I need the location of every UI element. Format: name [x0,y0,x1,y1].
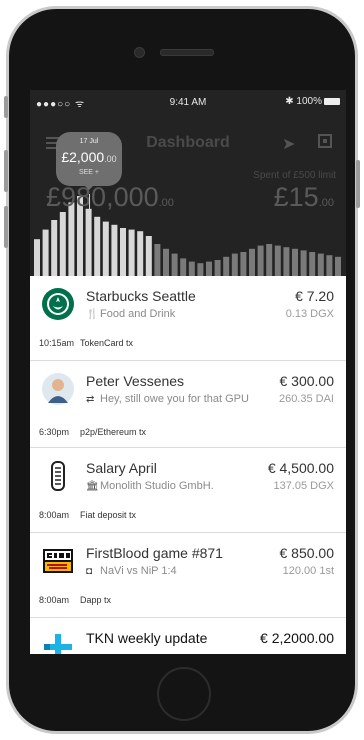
spent-amount: £15.00 [273,182,334,212]
histogram-bar[interactable] [180,258,187,276]
bank-icon: 🏛 [86,481,99,492]
histogram-bar[interactable] [94,216,101,276]
histogram-bar[interactable] [34,239,40,276]
histogram-bar[interactable] [188,261,195,276]
transfer-icon: ⇄ [86,394,95,405]
transaction-amount: € 7.20 [295,288,334,304]
histogram-bar[interactable] [206,261,212,276]
transaction-row[interactable]: Peter Vessenes ⇄ Hey, still owe you for t… [30,361,346,448]
avatar [42,373,74,405]
histogram-bar[interactable] [283,247,290,276]
send-icon[interactable]: ➤ [282,134,295,154]
tkn-logo-icon [44,634,72,654]
volume-down-button [4,206,8,248]
tooltip-tail [84,185,94,190]
histogram-bar[interactable] [102,221,109,276]
histogram-bar[interactable] [231,253,238,276]
transaction-amount: € 4,500.00 [267,460,334,476]
transaction-token-amount: 120.00 1st [282,565,334,577]
transaction-time: 10:15am [39,338,75,348]
transaction-token-amount: 137.05 DGX [273,480,334,492]
selected-day-marker [89,194,90,276]
dashboard-header: ●●●○○ ᯤ 9:41 AM ✱ 100% Dashboard ➤ Spent… [30,90,346,276]
transaction-name: Salary April [86,460,157,476]
transaction-type: Dapp tx [80,595,112,605]
battery-status: ✱ 100% [285,96,340,107]
histogram-bar[interactable] [171,253,178,276]
power-button [356,160,360,208]
histogram-bar[interactable] [240,252,247,276]
histogram-bar[interactable] [274,245,281,276]
transaction-type: Fiat deposit tx [80,510,137,520]
histogram-bar[interactable] [223,256,230,276]
volume-up-button [4,150,8,192]
transaction-time: 6:30pm [39,427,70,437]
histogram-bar[interactable] [120,228,126,276]
status-bar: ●●●○○ ᯤ 9:41 AM ✱ 100% [30,90,346,112]
home-button[interactable] [157,667,211,721]
monolith-card-icon [51,461,65,491]
camera [134,47,145,58]
mute-switch [4,96,8,118]
tooltip-date: 17 Jul [79,138,99,145]
transaction-name: Starbucks Seattle [86,288,196,304]
histogram-bar[interactable] [335,256,341,276]
transaction-amount: € 850.00 [279,545,335,561]
transaction-name: Peter Vessenes [86,373,185,389]
transaction-name: FirstBlood game #871 [86,545,223,561]
histogram-bar[interactable] [137,231,144,276]
transaction-token-amount: 260.35 DAI [278,393,334,405]
transaction-type: p2p/Ethereum tx [80,427,147,437]
fork-knife-icon: 🍴 [86,309,99,320]
transaction-message: ⇄ Hey, still owe you for that GPU [86,393,249,405]
histogram-bar[interactable] [326,255,333,276]
transaction-time: 8:00am [39,595,70,605]
transaction-type: TokenCard tx [80,338,134,348]
histogram-bar[interactable] [51,220,58,276]
transaction-category: 🍴 Food and Drink [86,308,176,320]
histogram-bar[interactable] [257,245,264,276]
transaction-amount: € 300.00 [279,373,335,389]
tooltip-see-more[interactable]: SEE + [56,169,122,176]
transaction-row[interactable]: FirstBlood game #871 ◘ NaVi vs NiP 1:4 € … [30,533,346,618]
histogram-bar[interactable] [68,202,75,276]
total-balance: £980,000.00 [46,182,174,212]
histogram-bar[interactable] [214,260,221,276]
screen: ●●●○○ ᯤ 9:41 AM ✱ 100% Dashboard ➤ Spent… [30,90,346,654]
transaction-token-amount: 0.13 DGX [285,308,334,320]
transaction-row[interactable]: Salary April 🏛Monolith Studio GmbH. € 4,… [30,448,346,533]
histogram-bar[interactable] [266,244,273,276]
histogram-bar[interactable] [42,229,49,276]
transaction-amount: € 2,2000.00 [260,630,334,646]
tooltip-amount: £2,000.00 [61,149,117,165]
qr-code-icon[interactable] [318,134,332,148]
day-tooltip[interactable]: 17 Jul £2,000.00 SEE + [56,132,122,186]
histogram-bar[interactable] [292,248,298,276]
histogram-bar[interactable] [163,248,169,276]
battery-icon [324,97,340,105]
histogram-bar[interactable] [128,229,135,276]
histogram-bar[interactable] [111,224,118,276]
histogram-bar[interactable] [154,244,161,276]
game-icon: ◘ [86,566,93,577]
histogram-bar[interactable] [300,250,307,276]
transaction-time: 8:00am [39,510,70,520]
histogram-bar[interactable] [59,212,66,276]
transaction-name: TKN weekly update [86,630,208,646]
histogram-bar[interactable] [249,248,255,276]
firstblood-logo-icon [43,549,73,573]
histogram-bar[interactable] [197,263,204,276]
transaction-match: ◘ NaVi vs NiP 1:4 [86,565,177,577]
transaction-list: Starbucks Seattle 🍴 Food and Drink € 7.20… [30,276,346,654]
spend-limit-label: Spent of £500 limit [253,170,336,181]
speaker [160,49,214,56]
transaction-source: 🏛Monolith Studio GmbH. [86,480,214,492]
transaction-row[interactable]: TKN weekly update € 2,2000.00 [30,618,346,654]
histogram-bar[interactable] [317,253,324,276]
histogram-bar[interactable] [309,252,316,276]
starbucks-logo-icon [42,288,74,320]
transaction-row[interactable]: Starbucks Seattle 🍴 Food and Drink € 7.20… [30,276,346,361]
histogram-bar[interactable] [145,236,152,276]
